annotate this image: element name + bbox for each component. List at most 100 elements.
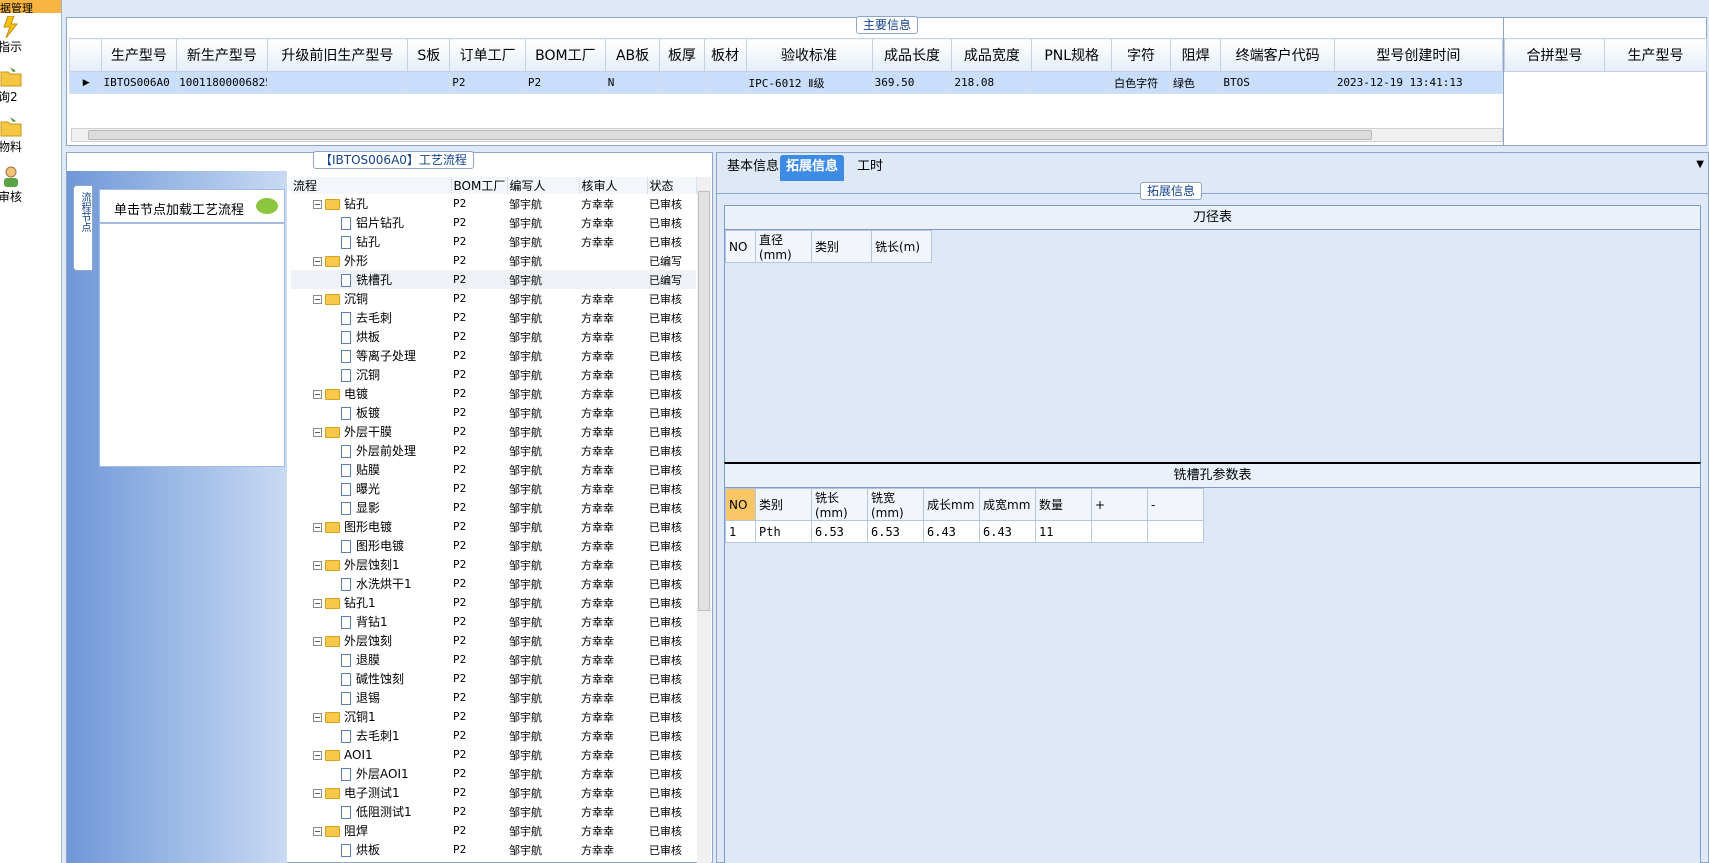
tree-node[interactable]: 烘板	[291, 840, 451, 859]
cell[interactable]: 11	[1035, 520, 1092, 543]
tree-node[interactable]: − 外层干膜	[291, 422, 451, 441]
col-header[interactable]: 成品宽度	[951, 38, 1033, 72]
remove-column-button[interactable]: -	[1147, 488, 1204, 521]
col-header[interactable]: BOM工厂	[451, 177, 508, 194]
tree-row[interactable]: 板镀 P2 邹宇航 方幸幸 已审核	[291, 403, 696, 422]
process-tree-vscroll[interactable]	[697, 177, 711, 863]
tree-node[interactable]: 等离子处理	[291, 346, 451, 365]
tree-row[interactable]: 背钻1 P2 邹宇航 方幸幸 已审核	[291, 612, 696, 631]
tree-row[interactable]: 等离子处理 P2 邹宇航 方幸幸 已审核	[291, 346, 696, 365]
merge-model-grid[interactable]: 合拼型号 生产型号	[1504, 38, 1707, 72]
cell[interactable]: N	[604, 71, 661, 94]
tree-node[interactable]: − 外层蚀刻	[291, 631, 451, 650]
tree-row[interactable]: − 钻孔1 P2 邹宇航 方幸幸 已审核	[291, 593, 696, 612]
tree-node[interactable]: 钻孔	[291, 232, 451, 251]
tree-row[interactable]: − AOI1 P2 邹宇航 方幸幸 已审核	[291, 745, 696, 764]
tool-diameter-grid[interactable]: NO 直径(mm) 类别 铣长(m)	[725, 230, 932, 263]
collapse-toggle-icon[interactable]: −	[313, 599, 322, 608]
main-grid-hscroll[interactable]	[71, 128, 1503, 142]
tree-node[interactable]: 外层AOI1	[291, 764, 451, 783]
tree-row[interactable]: − 外层蚀刻1 P2 邹宇航 方幸幸 已审核	[291, 555, 696, 574]
tree-node[interactable]: 铝片钻孔	[291, 213, 451, 232]
tree-node[interactable]: 板镀	[291, 403, 451, 422]
process-tree-grid[interactable]: 流程 BOM工厂 编写人 核审人 状态 − 钻孔 P2 邹宇航 方幸幸 已审核 铝片钻孔 P2 邹宇航方…	[291, 177, 697, 859]
tree-node[interactable]: − 钻孔	[291, 194, 451, 213]
tree-node[interactable]: 去毛刺	[291, 308, 451, 327]
tree-row[interactable]: 沉铜 P2 邹宇航 方幸幸 已审核	[291, 365, 696, 384]
cell[interactable]: 1	[725, 520, 756, 543]
col-header[interactable]: 编写人	[507, 177, 580, 194]
tree-row[interactable]: − 沉铜 P2 邹宇航 方幸幸 已审核	[291, 289, 696, 308]
tree-node[interactable]: 背钻1	[291, 612, 451, 631]
tree-row[interactable]: 去毛刺 P2 邹宇航 方幸幸 已审核	[291, 308, 696, 327]
cell[interactable]: 6.53	[811, 520, 868, 543]
tree-node[interactable]: 水洗烘干1	[291, 574, 451, 593]
col-header[interactable]: 数量	[1035, 488, 1092, 521]
tree-row[interactable]: 烘板 P2 邹宇航 方幸幸 已审核	[291, 327, 696, 346]
col-header[interactable]: 铣长(m)	[871, 230, 932, 263]
tree-row[interactable]: 退锡 P2 邹宇航 方幸幸 已审核	[291, 688, 696, 707]
collapse-toggle-icon[interactable]: −	[313, 523, 322, 532]
tree-row[interactable]: 去毛刺1 P2 邹宇航 方幸幸 已审核	[291, 726, 696, 745]
table-row[interactable]: 1 Pth 6.53 6.53 6.43 6.43 11	[725, 520, 1204, 543]
cell[interactable]	[659, 71, 705, 94]
tree-row[interactable]: − 沉铜1 P2 邹宇航 方幸幸 已审核	[291, 707, 696, 726]
tree-row[interactable]: 图形电镀 P2 邹宇航 方幸幸 已审核	[291, 536, 696, 555]
cell[interactable]	[1091, 520, 1148, 543]
col-header[interactable]: BOM工厂	[524, 38, 606, 72]
tree-node[interactable]: 外层前处理	[291, 441, 451, 460]
slot-hole-params-grid[interactable]: NO 类别 铣长(mm) 铣宽(mm) 成长mm 成宽mm 数量 + - 1 Pth 6.53 6.5…	[725, 488, 1204, 543]
launcher-item-2[interactable]: 键物料	[0, 116, 61, 155]
main-info-grid[interactable]: 生产型号 新生产型号 升级前旧生产型号 S板 订单工厂 BOM工厂 AB板 板厚 板材 验收标准成…	[69, 38, 1504, 120]
col-header[interactable]: 核审人	[579, 177, 648, 194]
cell[interactable]: P2	[449, 71, 526, 94]
col-header[interactable]: 生产型号	[1604, 38, 1707, 72]
col-header[interactable]: 升级前旧生产型号	[266, 38, 409, 72]
tree-row[interactable]: 曝光 P2 邹宇航 方幸幸 已审核	[291, 479, 696, 498]
process-hint[interactable]: 单击节点加载工艺流程	[99, 189, 285, 223]
col-header[interactable]: 订单工厂	[449, 38, 526, 72]
row-selector-icon[interactable]: ▶	[69, 71, 102, 94]
tree-node[interactable]: 显影	[291, 498, 451, 517]
collapse-toggle-icon[interactable]: −	[313, 789, 322, 798]
tree-node[interactable]: 退锡	[291, 688, 451, 707]
tree-node[interactable]: − AOI1	[291, 745, 451, 764]
col-header[interactable]: NO	[725, 488, 756, 521]
col-header[interactable]: 成品长度	[871, 38, 953, 72]
cell[interactable]: 2023-12-19 13:41:13	[1333, 71, 1504, 94]
cell[interactable]: 218.08	[951, 71, 1033, 94]
cell[interactable]: 绿色	[1169, 71, 1222, 94]
tree-node[interactable]: − 电子测试1	[291, 783, 451, 802]
tree-row[interactable]: 外层前处理 P2 邹宇航 方幸幸 已审核	[291, 441, 696, 460]
tree-row[interactable]: − 外层蚀刻 P2 邹宇航 方幸幸 已审核	[291, 631, 696, 650]
launcher-item-1[interactable]: 查询2	[0, 66, 61, 105]
col-header[interactable]: 生产型号	[100, 38, 178, 72]
tree-row[interactable]: − 图形电镀 P2 邹宇航 方幸幸 已审核	[291, 517, 696, 536]
tree-row[interactable]: 铣槽孔 P2 邹宇航 已编写	[291, 270, 696, 289]
col-header[interactable]: 流程	[291, 177, 452, 194]
cell[interactable]	[1031, 71, 1113, 94]
tree-node[interactable]: − 外层蚀刻1	[291, 555, 451, 574]
col-header[interactable]: 型号创建时间	[1333, 38, 1504, 72]
cell[interactable]: 白色字符	[1111, 71, 1171, 94]
col-header[interactable]: 合拼型号	[1504, 38, 1605, 72]
tree-node[interactable]: 铣槽孔	[291, 270, 451, 289]
col-header[interactable]: 铣长(mm)	[811, 488, 868, 521]
col-header[interactable]: 阻焊	[1169, 38, 1222, 72]
tree-node[interactable]: − 图形电镀	[291, 517, 451, 536]
tree-row[interactable]: 铝片钻孔 P2 邹宇航 方幸幸 已审核	[291, 213, 696, 232]
tree-row[interactable]: 钻孔 P2 邹宇航 方幸幸 已审核	[291, 232, 696, 251]
tree-node[interactable]: 退膜	[291, 650, 451, 669]
collapse-toggle-icon[interactable]: −	[313, 295, 322, 304]
collapse-toggle-icon[interactable]: −	[313, 200, 322, 209]
tree-row[interactable]: 低阻测试1 P2 邹宇航 方幸幸 已审核	[291, 802, 696, 821]
tree-row[interactable]: − 钻孔 P2 邹宇航 方幸幸 已审核	[291, 194, 696, 213]
tree-node[interactable]: − 钻孔1	[291, 593, 451, 612]
col-header[interactable]: 验收标准	[745, 38, 873, 72]
tree-node[interactable]: − 外形	[291, 251, 451, 270]
tree-node[interactable]: 烘板	[291, 327, 451, 346]
tab-1[interactable]: 拓展信息	[780, 155, 845, 181]
cell[interactable]: 10011800006825	[176, 71, 268, 94]
tree-node[interactable]: 曝光	[291, 479, 451, 498]
launcher-item-3[interactable]: 单审核	[0, 166, 61, 205]
